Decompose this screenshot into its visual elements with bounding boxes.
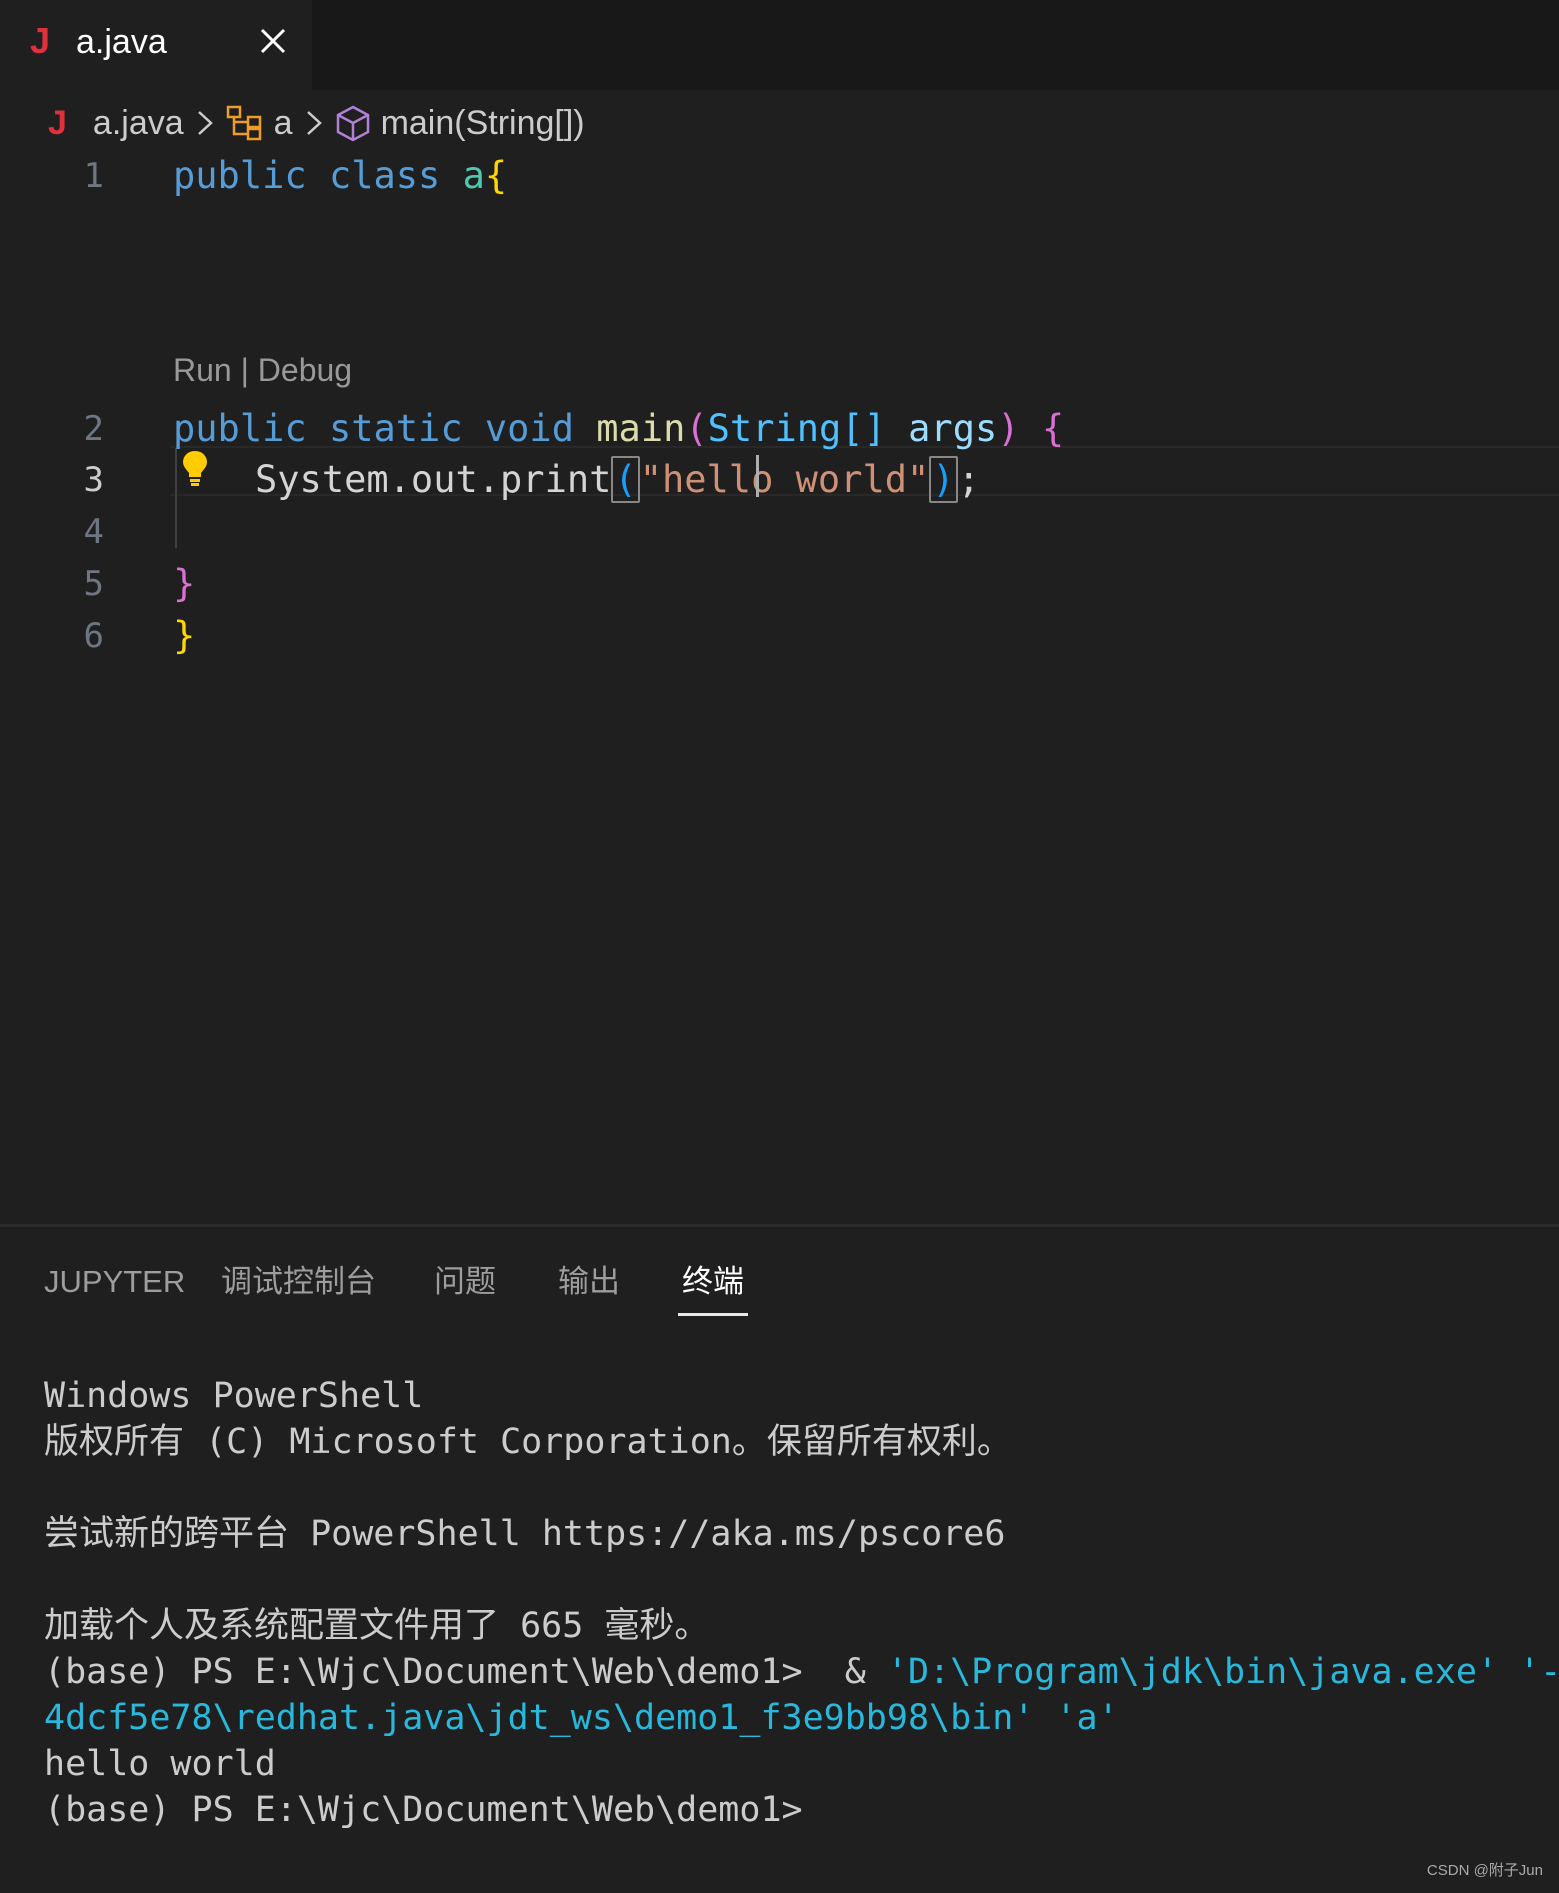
keyword: static [328, 407, 463, 450]
line-number: 3 [83, 460, 104, 500]
brace: } [173, 562, 196, 605]
code-line-5[interactable]: 5 } [0, 558, 1559, 608]
line-number: 1 [83, 156, 104, 196]
code-line-1[interactable]: 1 public class a{ [0, 150, 1559, 200]
paren: ( [611, 456, 640, 503]
watermark: CSDN @附子Jun [1426, 1862, 1543, 1879]
line-number: 2 [83, 409, 104, 449]
code-line-6[interactable]: 6 } [0, 610, 1559, 660]
chevron-right-icon [305, 108, 323, 138]
keyword: public [173, 154, 307, 197]
code-editor[interactable]: 1 public class a{ Run | Debug 2 public s… [0, 150, 1559, 1220]
breadcrumb-class[interactable]: a [274, 104, 293, 143]
semicolon: ; [957, 458, 980, 501]
paren: ) [997, 407, 1020, 450]
string-literal: world" [795, 458, 930, 501]
terminal-line: 尝试新的跨平台 PowerShell https://aka.ms/pscore… [44, 1514, 1006, 1554]
terminal-prompt: (base) PS E:\Wjc\Document\Web\demo1> & [44, 1652, 887, 1692]
line-number: 5 [83, 564, 104, 604]
class-name: a [462, 154, 485, 197]
method-cube-icon [335, 104, 371, 142]
method-name: main [596, 407, 686, 450]
code-line-3[interactable]: 3 System.out.print("hello world"); [0, 454, 1559, 504]
terminal-prompt: (base) PS E:\Wjc\Document\Web\demo1> [44, 1790, 803, 1830]
panel-tabs: JUPYTER 调试控制台 问题 输出 终端 [0, 1257, 1559, 1317]
keyword: class [328, 154, 441, 197]
paren: ) [929, 456, 958, 503]
terminal-command-line: (base) PS E:\Wjc\Document\Web\demo1> & '… [44, 1649, 1559, 1695]
terminal-line: Windows PowerShell [44, 1376, 424, 1416]
line-number: 6 [83, 616, 104, 656]
string-literal: "hello [639, 458, 796, 501]
tab-label: a.java [76, 23, 167, 61]
java-file-icon: J [48, 103, 67, 142]
terminal-command-continuation: 4dcf5e78\redhat.java\jdt_ws\demo1_f3e9bb… [44, 1698, 1119, 1738]
text-caret [756, 455, 759, 497]
keyword: public [173, 407, 307, 450]
code-line-2[interactable]: 2 public static void main(String[] args)… [0, 403, 1559, 453]
codelens-run-debug[interactable]: Run | Debug [173, 352, 352, 389]
tab-debug-console[interactable]: 调试控制台 [221, 1257, 376, 1313]
parameter: args [908, 407, 998, 450]
terminal-output[interactable]: Windows PowerShell 版权所有 (C) Microsoft Co… [44, 1373, 1559, 1833]
tab-jupyter[interactable]: JUPYTER [44, 1257, 185, 1313]
terminal-line: 版权所有 (C) Microsoft Corporation。保留所有权利。 [44, 1422, 1012, 1462]
terminal-line: 加载个人及系统配置文件用了 665 毫秒。 [44, 1606, 710, 1646]
class-icon [226, 105, 264, 141]
paren: ( [685, 407, 708, 450]
brace: { [484, 154, 508, 197]
brace: } [173, 614, 196, 657]
tab-a-java[interactable]: J a.java [0, 0, 312, 90]
breadcrumb-file[interactable]: a.java [93, 104, 184, 143]
chevron-right-icon [196, 108, 214, 138]
line-number: 4 [83, 512, 104, 552]
code-line-4[interactable]: 4 [0, 506, 1559, 556]
close-icon[interactable] [258, 26, 288, 56]
terminal-program-output: hello world [44, 1744, 276, 1784]
lightbulb-icon[interactable] [180, 448, 210, 488]
tab-terminal[interactable]: 终端 [678, 1257, 748, 1316]
breadcrumb: J a.java a main(String[]) [48, 98, 585, 148]
type-name: String[] [707, 407, 886, 450]
breadcrumb-method[interactable]: main(String[]) [381, 104, 585, 143]
java-file-icon: J [30, 20, 51, 61]
terminal-command: 'D:\Program\jdk\bin\java.exe' '-cp' [886, 1652, 1559, 1692]
keyword: void [484, 407, 574, 450]
bottom-panel: JUPYTER 调试控制台 问题 输出 终端 Windows PowerShel… [0, 1224, 1559, 1893]
method-call: System.out.print [255, 458, 612, 501]
tab-problems[interactable]: 问题 [434, 1257, 496, 1313]
tab-output[interactable]: 输出 [558, 1257, 620, 1313]
editor-tab-bar: J a.java [0, 0, 1559, 90]
brace: { [1041, 407, 1065, 450]
